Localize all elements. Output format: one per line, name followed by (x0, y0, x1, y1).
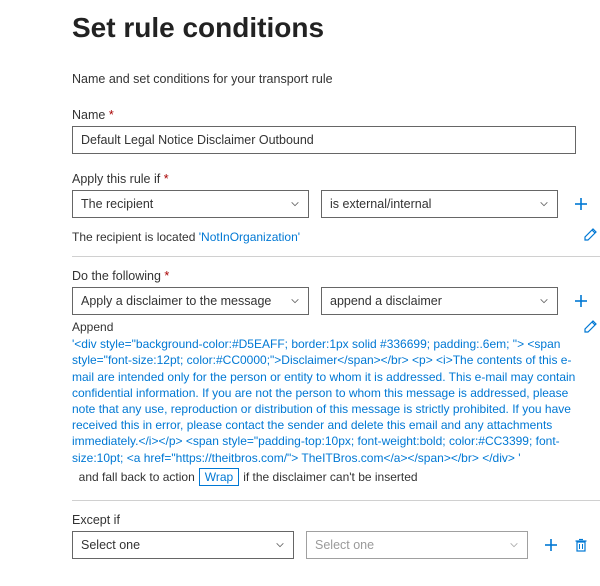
add-except-button[interactable] (542, 536, 560, 554)
condition-subject-select[interactable]: The recipient (72, 190, 309, 218)
delete-except-button[interactable] (572, 536, 590, 554)
action-subtype-select[interactable]: append a disclaimer (321, 287, 558, 315)
fallback-prefix: and fall back to action (72, 469, 195, 485)
condition-predicate-select[interactable]: is external/internal (321, 190, 558, 218)
divider (72, 500, 600, 501)
chevron-down-icon (509, 540, 519, 550)
append-label: Append (72, 319, 576, 335)
chevron-down-icon (275, 540, 285, 550)
add-action-button[interactable] (572, 292, 590, 310)
divider (72, 256, 600, 257)
condition-helper-prefix: The recipient is located (72, 230, 199, 244)
name-label: Name (72, 108, 590, 122)
name-input[interactable] (72, 126, 576, 154)
action-label: Do the following (72, 269, 590, 283)
condition-predicate-value: is external/internal (330, 197, 431, 211)
chevron-down-icon (290, 296, 300, 306)
condition-label: Apply this rule if (72, 172, 590, 186)
except-subject-select[interactable]: Select one (72, 531, 294, 559)
page-title: Set rule conditions (72, 12, 590, 44)
fallback-action-chip[interactable]: Wrap (199, 468, 239, 486)
chevron-down-icon (290, 199, 300, 209)
chevron-down-icon (539, 199, 549, 209)
add-condition-button[interactable] (572, 195, 590, 213)
chevron-down-icon (539, 296, 549, 306)
action-type-value: Apply a disclaimer to the message (81, 294, 271, 308)
except-predicate-value: Select one (315, 538, 374, 552)
except-subject-value: Select one (81, 538, 140, 552)
condition-subject-value: The recipient (81, 197, 153, 211)
condition-helper-value: 'NotInOrganization' (199, 230, 300, 244)
append-disclaimer-text: '<div style="background-color:#D5EAFF; b… (72, 336, 576, 466)
except-label: Except if (72, 513, 590, 527)
intro-text: Name and set conditions for your transpo… (72, 72, 590, 86)
fallback-suffix: if the disclaimer can't be inserted (243, 469, 417, 485)
action-subtype-value: append a disclaimer (330, 294, 442, 308)
edit-action-button[interactable] (582, 317, 600, 335)
edit-condition-button[interactable] (582, 225, 600, 243)
except-predicate-select[interactable]: Select one (306, 531, 528, 559)
action-type-select[interactable]: Apply a disclaimer to the message (72, 287, 309, 315)
